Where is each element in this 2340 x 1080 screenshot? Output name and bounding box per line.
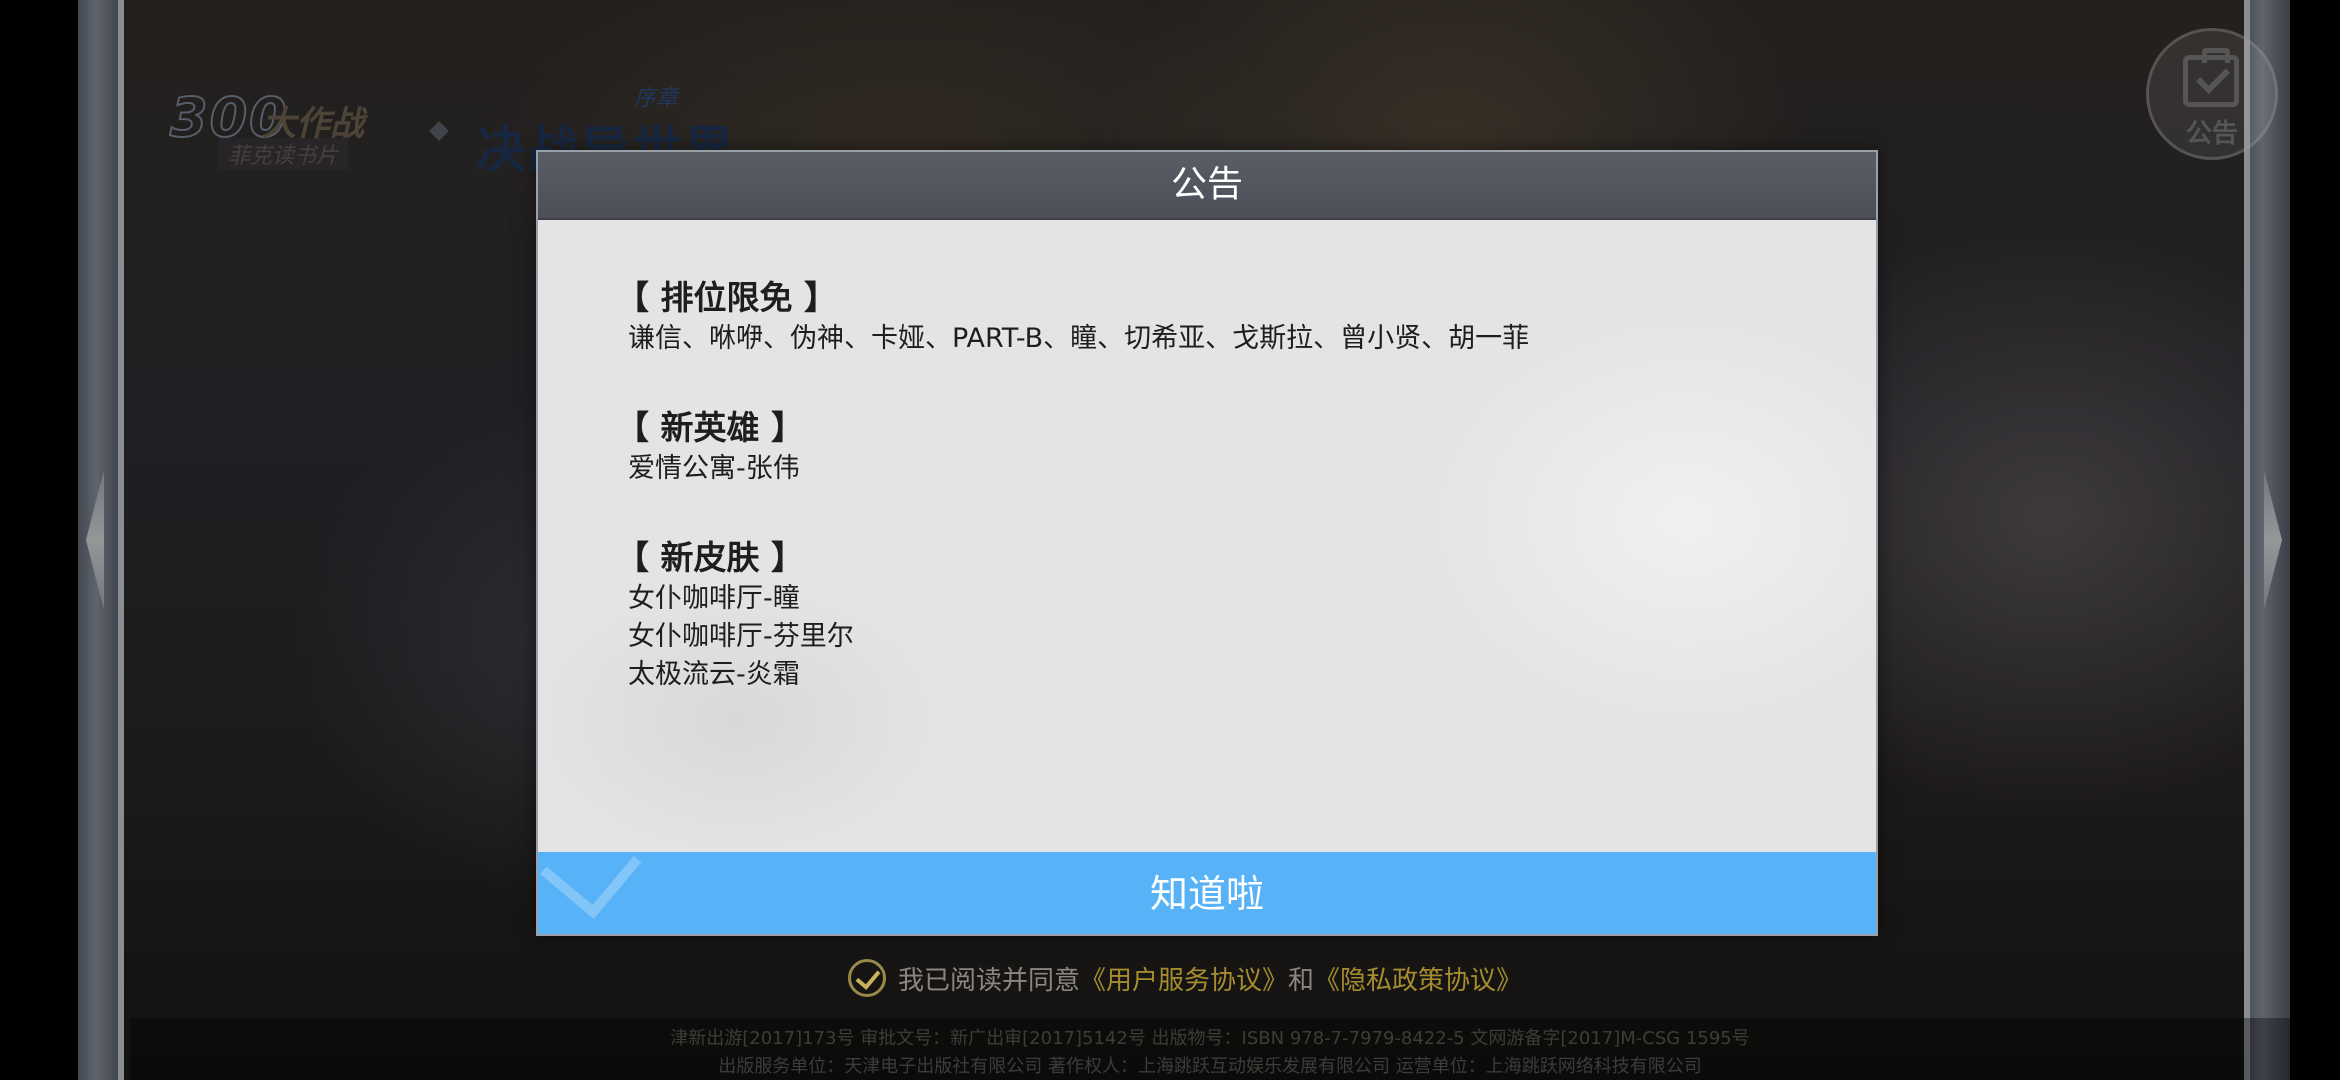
agreement-conjunction: 和: [1288, 965, 1315, 996]
section-line: 谦信、咻咿、伪神、卡娅、PART-B、瞳、切希亚、戈斯拉、曾小贤、胡一菲: [628, 323, 1530, 354]
notice-dialog: 公告 【 排位限免 】 谦信、咻咿、伪神、卡娅、PART-B、瞳、切希亚、戈斯拉…: [536, 150, 1878, 936]
dialog-body: 【 排位限免 】 谦信、咻咿、伪神、卡娅、PART-B、瞳、切希亚、戈斯拉、曾小…: [538, 220, 1876, 852]
section-line: 太极流云-炎霜: [628, 659, 800, 690]
section-new-hero: 【 新英雄 】 爱情公寓-张伟: [616, 406, 804, 488]
agreement-row: 我已阅读并同意 《用户服务协议》 和 《隐私政策协议》: [848, 958, 1522, 998]
section-heading: 【 新皮肤 】: [616, 538, 804, 577]
clipboard-check-icon: [2183, 48, 2239, 107]
section-line: 女仆咖啡厅-瞳: [628, 583, 800, 614]
user-agreement-link[interactable]: 《用户服务协议》: [1080, 960, 1288, 997]
dialog-header: 公告: [538, 152, 1876, 220]
notice-button-label: 公告: [2185, 119, 2238, 149]
license-footer: 津新出游[2017]173号 审批文号：新广出审[2017]5142号 出版物号…: [130, 1018, 2290, 1080]
agreement-prefix: 我已阅读并同意: [898, 965, 1081, 996]
agreement-checkbox[interactable]: [848, 959, 886, 997]
license-line-1: 津新出游[2017]173号 审批文号：新广出审[2017]5142号 出版物号…: [670, 1028, 1750, 1049]
section-heading: 【 排位限免 】: [616, 278, 837, 317]
section-line: 爱情公寓-张伟: [628, 453, 800, 484]
section-heading: 【 新英雄 】: [616, 408, 804, 447]
license-line-2: 出版服务单位：天津电子出版社有限公司 著作权人：上海跳跃互动娱乐发展有限公司 运…: [718, 1056, 1702, 1077]
section-new-skin: 【 新皮肤 】 女仆咖啡厅-瞳 女仆咖啡厅-芬里尔 太极流云-炎霜: [616, 536, 854, 694]
confirm-button[interactable]: 知道啦: [538, 817, 1876, 934]
privacy-policy-link[interactable]: 《隐私政策协议》: [1314, 960, 1522, 997]
dialog-title: 公告: [1170, 164, 1243, 205]
section-line: 女仆咖啡厅-芬里尔: [628, 621, 854, 652]
section-ranked-free: 【 排位限免 】 谦信、咻咿、伪神、卡娅、PART-B、瞳、切希亚、戈斯拉、曾小…: [616, 276, 1529, 358]
notice-button[interactable]: 公告: [2146, 28, 2278, 160]
confirm-button-label: 知道啦: [1149, 872, 1264, 916]
